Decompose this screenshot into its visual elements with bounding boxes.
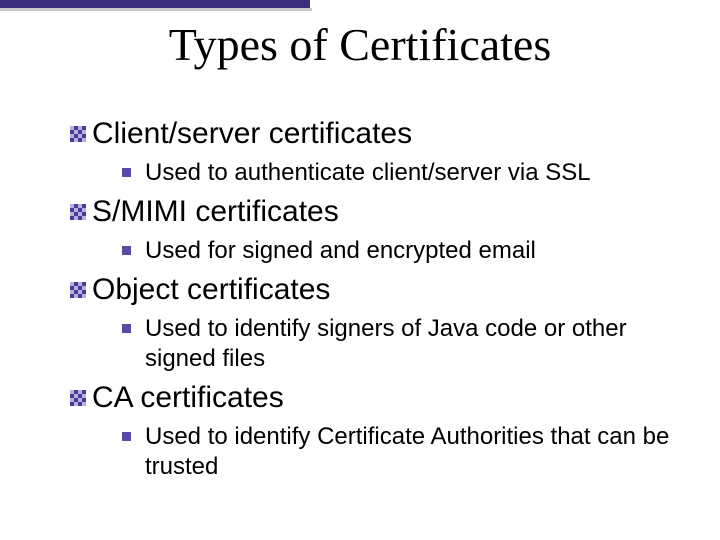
diamond-pattern-bullet-icon	[70, 282, 86, 298]
list-item: CA certificates	[70, 380, 680, 416]
diamond-pattern-bullet-icon	[70, 126, 86, 142]
list-item-label: S/MIMI certificates	[92, 194, 339, 230]
list-subitem-label: Used for signed and encrypted email	[145, 236, 536, 266]
list-subitem: Used to identify Certificate Authorities…	[122, 422, 680, 482]
list-item-label: Client/server certificates	[92, 116, 412, 152]
list-item: S/MIMI certificates	[70, 194, 680, 230]
list-subitem-label: Used to authenticate client/server via S…	[145, 158, 591, 188]
list-item-label: CA certificates	[92, 380, 284, 416]
decorative-top-bar	[0, 0, 310, 8]
list-item: Object certificates	[70, 272, 680, 308]
square-bullet-icon	[122, 168, 131, 177]
square-bullet-icon	[122, 246, 131, 255]
square-bullet-icon	[122, 324, 131, 333]
list-subitem: Used for signed and encrypted email	[122, 236, 680, 266]
slide-body: Client/server certificates Used to authe…	[70, 110, 680, 486]
list-subitem: Used to identify signers of Java code or…	[122, 314, 680, 374]
list-item-label: Object certificates	[92, 272, 330, 308]
list-item: Client/server certificates	[70, 116, 680, 152]
decorative-top-bar-shadow	[0, 8, 312, 11]
diamond-pattern-bullet-icon	[70, 390, 86, 406]
diamond-pattern-bullet-icon	[70, 204, 86, 220]
list-subitem-label: Used to identify signers of Java code or…	[145, 314, 680, 374]
square-bullet-icon	[122, 432, 131, 441]
list-subitem-label: Used to identify Certificate Authorities…	[145, 422, 680, 482]
list-subitem: Used to authenticate client/server via S…	[122, 158, 680, 188]
slide-title: Types of Certificates	[0, 18, 720, 71]
